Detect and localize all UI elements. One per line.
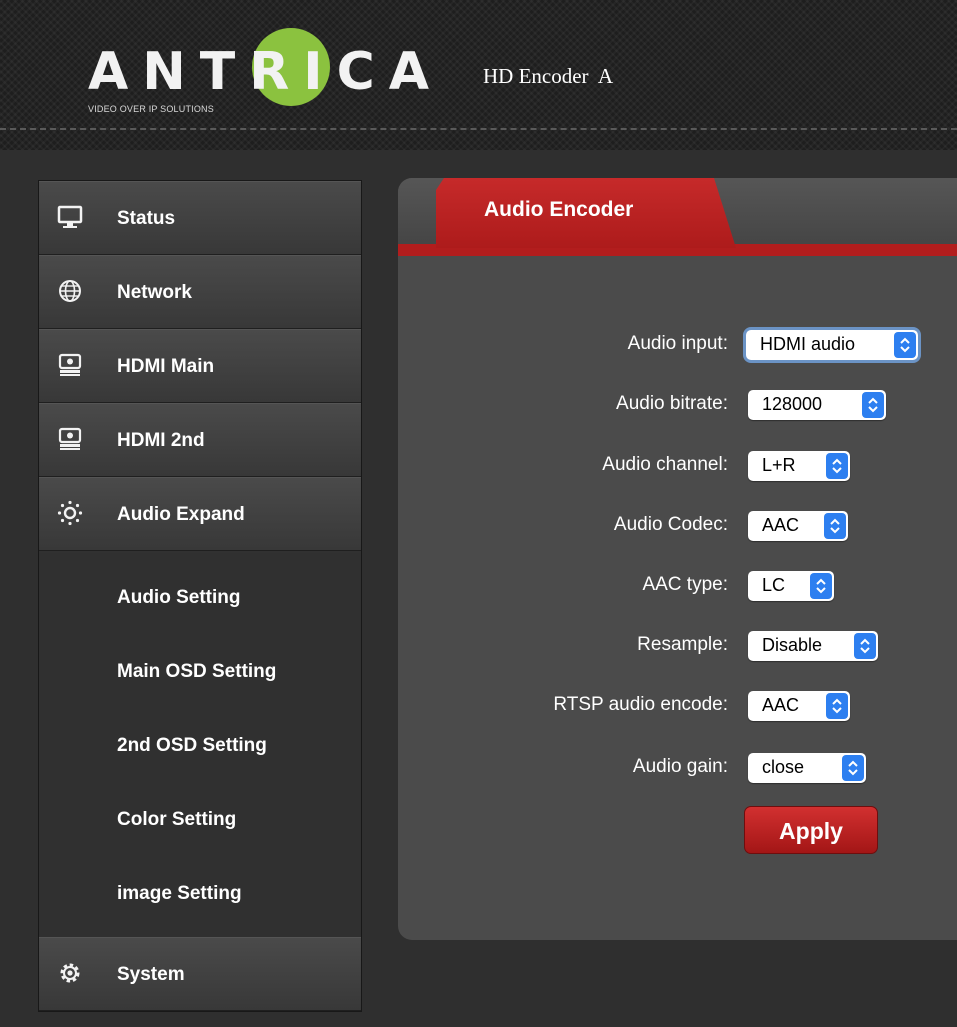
- audio-bitrate-select[interactable]: 128000: [748, 390, 886, 420]
- logo-tagline: VIDEO OVER IP SOLUTIONS: [88, 104, 214, 114]
- aac-type-select[interactable]: LC: [748, 571, 834, 601]
- select-value: LC: [762, 575, 786, 595]
- audio-bitrate-label: Audio bitrate:: [616, 393, 728, 414]
- submenu-item-color-setting[interactable]: Color Setting: [39, 783, 361, 857]
- submenu-item-image-setting[interactable]: image Setting: [39, 857, 361, 931]
- monitor-icon: [57, 204, 83, 230]
- submenu-item-label: Main OSD Setting: [117, 661, 277, 682]
- sidebar-item-label: HDMI 2nd: [117, 430, 205, 451]
- sidebar-item-label: Audio Expand: [117, 504, 245, 525]
- select-value: 128000: [762, 394, 823, 414]
- rtsp-audio-encode-select[interactable]: AAC: [748, 691, 850, 721]
- sidebar-item-audio-expand[interactable]: Audio Expand: [39, 477, 361, 551]
- header-divider: [0, 128, 957, 130]
- aac-type-label: AAC type:: [642, 574, 728, 595]
- antrica-logo: ANTRICA VIDEO OVER IP SOLUTIONS: [82, 28, 429, 118]
- submenu-item-main-osd-setting[interactable]: Main OSD Setting: [39, 635, 361, 709]
- hdmi-icon: [57, 352, 83, 378]
- tab-label: Audio Encoder: [484, 198, 634, 221]
- select-value: close: [762, 757, 805, 777]
- apply-button[interactable]: Apply: [744, 806, 878, 854]
- sidebar-item-label: HDMI Main: [117, 356, 215, 377]
- select-value: AAC: [762, 695, 800, 715]
- sidebar-item-label: Status: [117, 208, 176, 229]
- apply-button-label: Apply: [779, 818, 843, 844]
- sidebar-item-hdmi-main[interactable]: HDMI Main: [39, 329, 361, 403]
- sidebar-item-hdmi-2nd[interactable]: HDMI 2nd: [39, 403, 361, 477]
- submenu-item-label: image Setting: [117, 883, 242, 904]
- sidebar: Status Network HDMI Main HDMI 2nd Audio …: [38, 180, 362, 1012]
- submenu-item-audio-setting[interactable]: Audio Setting: [39, 561, 361, 635]
- hdmi-icon: [57, 426, 83, 452]
- select-value: L+R: [762, 455, 796, 475]
- resample-select[interactable]: Disable: [748, 631, 878, 661]
- chevron-updown-icon: [810, 573, 832, 599]
- sidebar-item-label: System: [117, 964, 185, 985]
- audio-channel-label: Audio channel:: [602, 454, 728, 475]
- audio-codec-select[interactable]: AAC: [748, 511, 848, 541]
- sun-icon: [57, 500, 83, 526]
- chevron-updown-icon: [826, 693, 848, 719]
- chevron-updown-icon: [826, 453, 848, 479]
- header: ANTRICA VIDEO OVER IP SOLUTIONS HD Encod…: [0, 0, 957, 150]
- sidebar-item-network[interactable]: Network: [39, 255, 361, 329]
- device-title: HD Encoder A: [483, 64, 614, 88]
- audio-codec-label: Audio Codec:: [613, 514, 728, 535]
- audio-expand-submenu: Audio Setting Main OSD Setting 2nd OSD S…: [39, 553, 361, 937]
- submenu-item-label: 2nd OSD Setting: [117, 735, 267, 756]
- sidebar-item-label: Network: [117, 282, 192, 303]
- audio-gain-label: Audio gain:: [632, 756, 728, 777]
- chevron-updown-icon: [862, 392, 884, 418]
- sidebar-item-status[interactable]: Status: [39, 181, 361, 255]
- tab-audio-encoder[interactable]: Audio Encoder: [436, 178, 736, 248]
- gear-icon: [57, 960, 83, 986]
- audio-encoder-panel: Audio Encoder Audio input: HDMI audio Au…: [398, 178, 957, 940]
- rtsp-audio-encode-label: RTSP audio encode:: [553, 694, 728, 715]
- sidebar-item-system[interactable]: System: [39, 937, 361, 1011]
- chevron-updown-icon: [854, 633, 876, 659]
- submenu-item-2nd-osd-setting[interactable]: 2nd OSD Setting: [39, 709, 361, 783]
- select-value: HDMI audio: [760, 334, 856, 354]
- chevron-updown-icon: [842, 755, 864, 781]
- logo-text: ANTRICA: [88, 42, 444, 102]
- audio-input-select[interactable]: HDMI audio: [746, 330, 918, 360]
- select-value: AAC: [762, 515, 800, 535]
- submenu-item-label: Color Setting: [117, 809, 237, 830]
- chevron-updown-icon: [824, 513, 846, 539]
- audio-gain-select[interactable]: close: [748, 753, 866, 783]
- globe-icon: [57, 278, 83, 304]
- submenu-item-label: Audio Setting: [117, 587, 241, 608]
- select-value: Disable: [762, 635, 823, 655]
- chevron-updown-icon: [894, 332, 916, 358]
- audio-input-label: Audio input:: [627, 333, 728, 354]
- resample-label: Resample:: [637, 634, 728, 655]
- audio-channel-select[interactable]: L+R: [748, 451, 850, 481]
